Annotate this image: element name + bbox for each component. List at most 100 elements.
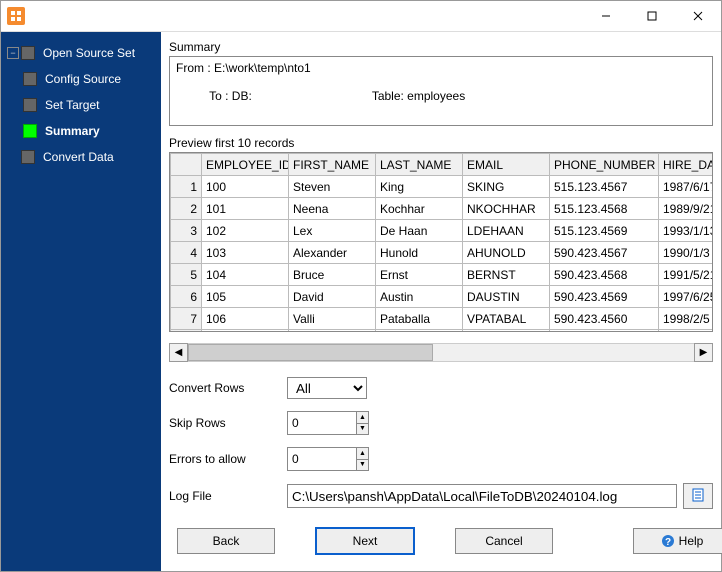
table-cell: Bruce: [289, 264, 376, 286]
sidebar-item-label: Convert Data: [43, 150, 114, 164]
scroll-thumb[interactable]: [188, 344, 433, 361]
cancel-button[interactable]: Cancel: [455, 528, 553, 554]
skip-rows-spinner[interactable]: ▲▼: [287, 411, 369, 435]
maximize-button[interactable]: [629, 1, 675, 31]
table-cell: DAUSTIN: [463, 286, 550, 308]
step-status-icon: [21, 150, 35, 164]
skip-rows-label: Skip Rows: [169, 416, 287, 430]
minimize-button[interactable]: [583, 1, 629, 31]
table-cell: 515.123.4568: [550, 198, 659, 220]
table-cell: Austin: [376, 286, 463, 308]
wizard-footer: Back Next Cancel ? Help: [169, 515, 713, 565]
help-button[interactable]: ? Help: [633, 528, 722, 554]
step-status-icon: [21, 46, 35, 60]
svg-text:?: ?: [665, 537, 671, 548]
scroll-track[interactable]: [188, 343, 694, 362]
scroll-right-icon[interactable]: ▶: [694, 343, 713, 362]
table-cell: 107: [202, 330, 289, 332]
col-header[interactable]: LAST_NAME: [376, 154, 463, 176]
errors-allow-input[interactable]: [288, 448, 356, 470]
table-cell: 1998/2/5: [659, 308, 714, 330]
logfile-browse-button[interactable]: [683, 483, 713, 509]
sidebar-item-config-source[interactable]: Config Source: [5, 66, 157, 92]
table-cell: Diana: [289, 330, 376, 332]
sidebar-item-open-source-set[interactable]: − Open Source Set: [5, 40, 157, 66]
table-cell: 103: [202, 242, 289, 264]
table-cell: 590.423.4567: [550, 242, 659, 264]
sidebar-item-set-target[interactable]: Set Target: [5, 92, 157, 118]
table-cell: VPATABAL: [463, 308, 550, 330]
table-cell: 105: [202, 286, 289, 308]
step-status-icon: [23, 72, 37, 86]
col-header[interactable]: HIRE_DATE: [659, 154, 714, 176]
spin-up-icon[interactable]: ▲: [357, 412, 368, 424]
table-cell: 1989/9/21: [659, 198, 714, 220]
table-cell: DLORENTZ: [463, 330, 550, 332]
step-status-icon: [23, 124, 37, 138]
col-header[interactable]: FIRST_NAME: [289, 154, 376, 176]
tree-collapse-icon[interactable]: −: [7, 47, 19, 59]
table-cell: Pataballa: [376, 308, 463, 330]
titlebar: [1, 1, 721, 32]
table-row[interactable]: 5104BruceErnstBERNST590.423.45681991/5/2…: [171, 264, 714, 286]
row-number-cell: 4: [171, 242, 202, 264]
horizontal-scrollbar[interactable]: ◀ ▶: [169, 344, 713, 361]
preview-table[interactable]: EMPLOYEE_ID FIRST_NAME LAST_NAME EMAIL P…: [169, 152, 713, 332]
table-cell: Kochhar: [376, 198, 463, 220]
preview-heading: Preview first 10 records: [169, 136, 713, 150]
summary-to-line: To : DB:Table: employees: [176, 75, 706, 117]
summary-to-right: Table: employees: [372, 89, 465, 103]
table-cell: 590.423.4560: [550, 308, 659, 330]
table-cell: 1991/5/21: [659, 264, 714, 286]
table-cell: BERNST: [463, 264, 550, 286]
logfile-input[interactable]: [287, 484, 677, 508]
table-cell: 590.423.4568: [550, 264, 659, 286]
table-cell: 104: [202, 264, 289, 286]
table-cell: 1997/6/25: [659, 286, 714, 308]
table-row[interactable]: 8107DianaLorentzDLORENTZ590.423.55671999…: [171, 330, 714, 332]
table-cell: 515.123.4569: [550, 220, 659, 242]
table-cell: King: [376, 176, 463, 198]
table-cell: Lex: [289, 220, 376, 242]
table-cell: 106: [202, 308, 289, 330]
table-row[interactable]: 3102LexDe HaanLDEHAAN515.123.45691993/1/…: [171, 220, 714, 242]
convert-rows-label: Convert Rows: [169, 381, 287, 395]
next-button[interactable]: Next: [315, 527, 415, 555]
skip-rows-input[interactable]: [288, 412, 356, 434]
table-row[interactable]: 6105DavidAustinDAUSTIN590.423.45691997/6…: [171, 286, 714, 308]
table-cell: 515.123.4567: [550, 176, 659, 198]
row-number-cell: 5: [171, 264, 202, 286]
document-icon: [690, 487, 706, 506]
spin-up-icon[interactable]: ▲: [357, 448, 368, 460]
table-cell: 590.423.5567: [550, 330, 659, 332]
col-header[interactable]: PHONE_NUMBER: [550, 154, 659, 176]
sidebar-item-convert-data[interactable]: − Convert Data: [5, 144, 157, 170]
table-row[interactable]: 2101NeenaKochharNKOCHHAR515.123.45681989…: [171, 198, 714, 220]
col-header[interactable]: EMPLOYEE_ID: [202, 154, 289, 176]
sidebar-item-label: Set Target: [45, 98, 99, 112]
table-cell: 101: [202, 198, 289, 220]
scroll-left-icon[interactable]: ◀: [169, 343, 188, 362]
errors-allow-spinner[interactable]: ▲▼: [287, 447, 369, 471]
table-cell: 1999/2/7: [659, 330, 714, 332]
convert-rows-select[interactable]: All: [287, 377, 367, 399]
table-row[interactable]: 7106ValliPataballaVPATABAL590.423.456019…: [171, 308, 714, 330]
table-row[interactable]: 4103AlexanderHunoldAHUNOLD590.423.456719…: [171, 242, 714, 264]
sidebar-item-label: Open Source Set: [43, 46, 135, 60]
table-cell: AHUNOLD: [463, 242, 550, 264]
col-header[interactable]: EMAIL: [463, 154, 550, 176]
sidebar-item-label: Config Source: [45, 72, 121, 86]
table-cell: Hunold: [376, 242, 463, 264]
table-row[interactable]: 1100StevenKingSKING515.123.45671987/6/17…: [171, 176, 714, 198]
sidebar-item-summary[interactable]: Summary: [5, 118, 157, 144]
close-button[interactable]: [675, 1, 721, 31]
app-icon: [7, 7, 25, 25]
row-number-cell: 8: [171, 330, 202, 332]
spin-down-icon[interactable]: ▼: [357, 460, 368, 471]
back-button[interactable]: Back: [177, 528, 275, 554]
spin-down-icon[interactable]: ▼: [357, 424, 368, 435]
table-cell: David: [289, 286, 376, 308]
main-panel: Summary From : E:\work\temp\nto1 To : DB…: [161, 32, 721, 571]
row-number-cell: 6: [171, 286, 202, 308]
table-cell: NKOCHHAR: [463, 198, 550, 220]
